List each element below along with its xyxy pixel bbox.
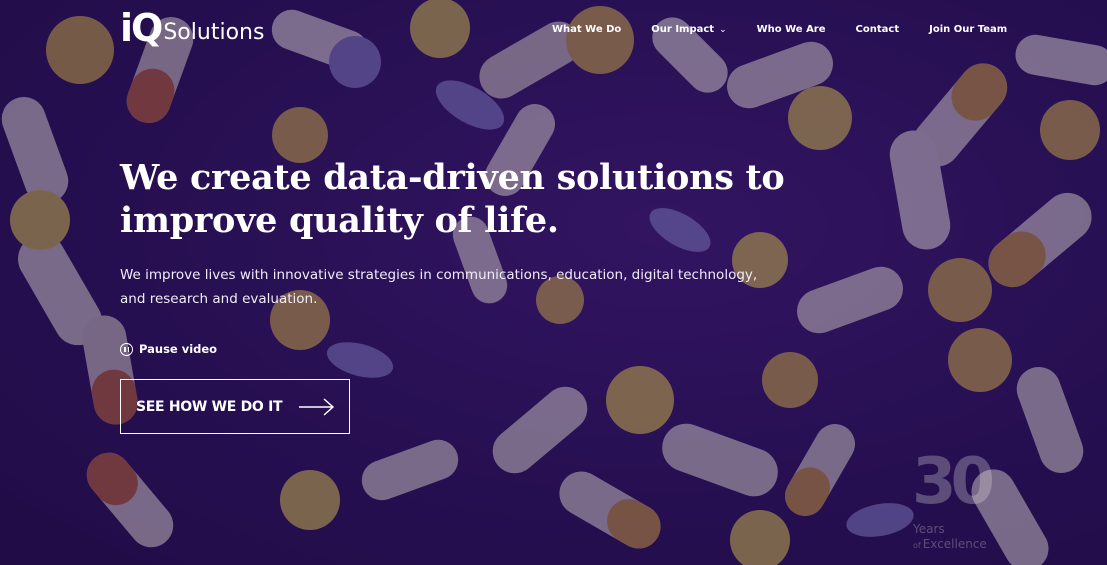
hero-subtext-line1: We improve lives with innovative strateg… [120,267,758,283]
pause-video-button[interactable]: Pause video [120,342,217,356]
nav-item-who-we-are[interactable]: Who We Are [757,24,826,35]
hero-headline: We create data-driven solutions to impro… [120,156,800,242]
logo-mark: iQ [120,6,163,50]
main-nav: What We Do Our Impact ⌄ Who We Are Contac… [552,24,1007,35]
see-how-we-do-it-button[interactable]: SEE HOW WE DO IT [120,379,350,434]
nav-item-label: Who We Are [756,24,826,35]
nav-item-label: Join Our Team [929,24,1008,35]
anniversary-number: 30 [912,445,995,519]
nav-item-label: What We Do [552,24,622,35]
nav-item-our-impact[interactable]: Our Impact ⌄ [651,24,726,35]
nav-item-what-we-do[interactable]: What We Do [552,24,621,35]
site-logo[interactable]: iQ Solutions [120,9,264,47]
nav-item-contact[interactable]: Contact [856,24,900,35]
anniversary-of-label: of [913,541,921,550]
anniversary-excellence-label: of Excellence [913,537,987,551]
cta-label: SEE HOW WE DO IT [136,398,283,415]
logo-text: Solutions [163,20,265,45]
anniversary-badge: 30 Years of Excellence [912,445,1007,553]
hero-subtext-line2: and research and evaluation. [120,291,318,307]
anniversary-excellence-text: Excellence [922,537,987,551]
pause-icon [120,342,133,356]
hero-subtext: We improve lives with innovative strateg… [120,263,800,311]
nav-item-label: Our Impact [651,24,715,35]
chevron-down-icon: ⌄ [719,24,727,35]
arrow-right-icon [298,397,336,417]
hero-headline-line2: improve quality of life. [120,200,559,241]
anniversary-years-label: Years [913,522,945,536]
nav-item-join-our-team[interactable]: Join Our Team [929,24,1007,35]
hero-headline-line1: We create data-driven solutions to [120,157,785,198]
nav-item-label: Contact [855,24,900,35]
pause-video-label: Pause video [139,342,218,356]
